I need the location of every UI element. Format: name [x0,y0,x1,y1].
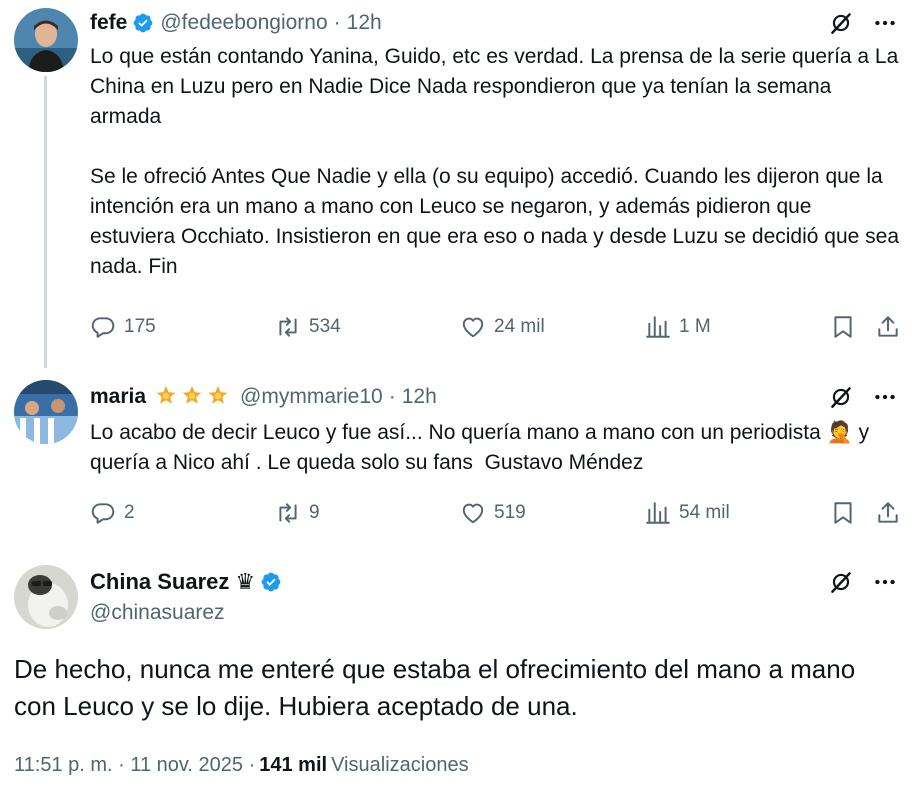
star-icon [180,385,204,409]
reply-icon [90,500,116,526]
bookmark-icon [830,500,856,526]
more-icon[interactable] [872,10,898,36]
views-count: 54 mil [679,502,730,523]
tweet-metadata: 11:51 p. m. · 11 nov. 2025 · 141 mil Vis… [14,754,469,777]
thread-tweet-fefe[interactable]: fefe @fedeebongiorno · 12h Lo que están … [0,0,912,368]
thread-connector-line [44,76,47,368]
separator-dot: · [388,385,396,408]
share-button[interactable] [875,500,901,526]
like-count: 24 mil [494,316,545,337]
star-icon [206,385,230,409]
main-tweet-text: De hecho, nunca me enteré que estaba el … [14,654,863,721]
avatar-chinasuarez[interactable] [14,565,78,629]
avatar-maria[interactable] [14,380,78,444]
more-icon[interactable] [872,384,898,410]
repost-icon [275,314,301,340]
reply-count: 175 [124,316,156,337]
views-count: 141 mil [259,754,328,776]
author-name[interactable]: fefe [90,11,127,35]
more-icon[interactable] [872,569,898,595]
bookmark-button[interactable] [830,500,856,526]
like-button[interactable]: 24 mil [460,314,545,340]
author-handle[interactable]: @chinasuarez [90,601,225,625]
repost-button[interactable]: 9 [275,500,320,526]
bookmark-icon [830,314,856,340]
author-handle[interactable]: @fedeebongiorno [160,11,327,35]
views-icon [645,500,671,526]
tweet-text: Lo que están contando Yanina, Guido, etc… [90,45,900,278]
crown-emoji: ♛ [235,569,256,595]
tweet-timestamp[interactable]: 11:51 p. m. · 11 nov. 2025 · [14,754,255,777]
like-icon [460,314,486,340]
reply-button[interactable]: 175 [90,314,156,340]
star-icon [154,385,178,409]
grok-icon[interactable] [828,569,854,595]
tweet-actions: 175 534 24 mil 1 M [90,314,910,344]
grok-icon[interactable] [828,10,854,36]
views-count: 1 M [679,316,711,337]
main-tweet-header: China Suarez ♛ [90,567,288,597]
verified-badge-icon [132,12,154,34]
verified-badge-icon [260,571,282,593]
main-tweet-handle-row: @chinasuarez [90,598,225,628]
grok-icon[interactable] [828,384,854,410]
tweet-text: Lo acabo de decir Leuco y fue así... No … [90,421,875,474]
share-button[interactable] [875,314,901,340]
reply-count: 2 [124,502,135,523]
reply-button[interactable]: 2 [90,500,135,526]
views-button[interactable]: 1 M [645,314,711,340]
author-handle[interactable]: @mymmarie10 [240,385,383,409]
repost-button[interactable]: 534 [275,314,341,340]
like-count: 519 [494,502,526,523]
views-label: Visualizaciones [331,754,469,776]
bookmark-button[interactable] [830,314,856,340]
author-name[interactable]: China Suarez [90,569,229,595]
like-button[interactable]: 519 [460,500,526,526]
repost-count: 534 [309,316,341,337]
avatar-fefe[interactable] [14,8,78,72]
like-icon [460,500,486,526]
thread-tweet-maria[interactable]: maria @mymmarie10 · 12h Lo acabo de deci… [0,370,912,545]
author-name[interactable]: maria [90,385,146,409]
views-button[interactable]: 54 mil [645,500,730,526]
repost-count: 9 [309,502,320,523]
tweet-header: fefe @fedeebongiorno · 12h [90,8,382,38]
repost-icon [275,500,301,526]
tweet-actions: 2 9 519 54 mil [90,500,910,530]
tweet-time[interactable]: 12h [402,385,437,409]
share-icon [875,500,901,526]
views-icon [645,314,671,340]
separator-dot: · [333,11,341,34]
reply-icon [90,314,116,340]
tweet-time[interactable]: 12h [347,11,382,35]
share-icon [875,314,901,340]
tweet-header: maria @mymmarie10 · 12h [90,382,437,412]
